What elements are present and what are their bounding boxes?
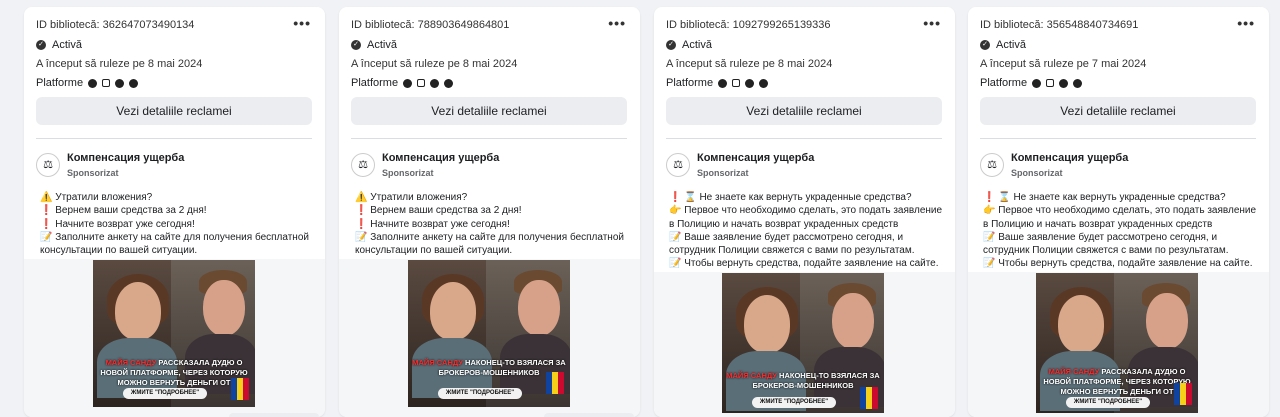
status-label: Activă — [367, 39, 397, 51]
ad-card: ID bibliotecă: 1092799265139336 ••• ✓ Ac… — [654, 7, 955, 417]
divider — [351, 138, 627, 139]
ad-image[interactable]: МАЙЯ САНДУ РАССКАЗАЛА ДУДЮ О НОВОЙ ПЛАТФ… — [1036, 273, 1198, 413]
status-row: ✓ Activă — [351, 39, 397, 51]
image-caption-highlight: МАЙЯ САНДУ — [726, 371, 777, 380]
start-date: A început să ruleze pe 8 mai 2024 — [36, 58, 203, 70]
status-label: Activă — [682, 39, 712, 51]
moldova-flag-icon — [1174, 383, 1192, 405]
ad-image[interactable]: МАЙЯ САНДУ НАКОНЕЦ-ТО ВЗЯЛАСЯ ЗА БРОКЕРО… — [722, 273, 884, 413]
ad-body-text: ⚠️ Утратили вложения? ❗ Вернем ваши сред… — [40, 192, 309, 257]
image-cta: ЖМИТЕ "ПОДРОБНЕЕ" — [752, 397, 836, 408]
avatar[interactable]: ⚖ — [980, 153, 1004, 177]
divider — [980, 138, 1256, 139]
platforms-label: Platforme — [36, 77, 84, 89]
more-options-icon[interactable]: ••• — [608, 15, 626, 31]
messenger-icon — [444, 78, 454, 88]
status-row: ✓ Activă — [980, 39, 1026, 51]
image-caption-highlight: МАЙЯ САНДУ — [1048, 367, 1100, 376]
audience-network-icon — [745, 78, 755, 88]
facebook-icon — [718, 78, 728, 88]
check-circle-icon: ✓ — [351, 40, 361, 50]
audience-network-icon — [430, 78, 440, 88]
instagram-icon — [732, 79, 741, 87]
library-id: ID bibliotecă: 362647073490134 — [36, 19, 195, 31]
avatar[interactable]: ⚖ — [666, 153, 690, 177]
instagram-icon — [417, 79, 426, 87]
moldova-flag-icon — [231, 378, 249, 400]
instagram-icon — [102, 79, 111, 87]
library-id: ID bibliotecă: 1092799265139336 — [666, 19, 831, 31]
library-id: ID bibliotecă: 356548840734691 — [980, 19, 1139, 31]
ad-body-text: ⚠️ Утратили вложения? ❗ Вернем ваши сред… — [355, 192, 624, 257]
platforms-row: Platforme — [980, 77, 1083, 89]
image-cta: ЖМИТЕ "ПОДРОБНЕЕ" — [438, 388, 522, 399]
ad-body-text: ❗ ⌛ Не знаете как вернуть украденные сре… — [669, 192, 943, 270]
platforms-label: Platforme — [980, 77, 1028, 89]
sponsored-label: Sponsorizat — [382, 168, 434, 178]
view-ad-details-button[interactable]: Vezi detaliile reclamei — [666, 97, 942, 125]
facebook-icon — [88, 78, 98, 88]
divider — [36, 138, 312, 139]
advertiser-name[interactable]: Компенсация ущерба — [697, 152, 814, 164]
start-date: A început să ruleze pe 8 mai 2024 — [666, 58, 833, 70]
platforms-label: Platforme — [351, 77, 399, 89]
status-row: ✓ Activă — [36, 39, 82, 51]
library-id: ID bibliotecă: 788903649864801 — [351, 19, 510, 31]
start-date: A început să ruleze pe 8 mai 2024 — [351, 58, 518, 70]
check-circle-icon: ✓ — [980, 40, 990, 50]
moldova-flag-icon — [860, 387, 878, 409]
footer-button[interactable] — [544, 413, 634, 417]
view-ad-details-button[interactable]: Vezi detaliile reclamei — [351, 97, 627, 125]
instagram-icon — [1046, 79, 1055, 87]
platforms-label: Platforme — [666, 77, 714, 89]
status-row: ✓ Activă — [666, 39, 712, 51]
platforms-row: Platforme — [351, 77, 454, 89]
image-cta: ЖМИТЕ "ПОДРОБНЕЕ" — [1066, 397, 1150, 408]
sponsored-label: Sponsorizat — [697, 168, 749, 178]
moldova-flag-icon — [546, 372, 564, 394]
avatar[interactable]: ⚖ — [36, 153, 60, 177]
status-label: Activă — [996, 39, 1026, 51]
audience-network-icon — [1059, 78, 1069, 88]
messenger-icon — [1073, 78, 1083, 88]
facebook-icon — [403, 78, 413, 88]
avatar[interactable]: ⚖ — [351, 153, 375, 177]
ad-card: ID bibliotecă: 356548840734691 ••• ✓ Act… — [968, 7, 1269, 417]
facebook-icon — [1032, 78, 1042, 88]
advertiser-name[interactable]: Компенсация ущерба — [67, 152, 184, 164]
footer-button[interactable] — [229, 413, 319, 417]
check-circle-icon: ✓ — [36, 40, 46, 50]
status-label: Activă — [52, 39, 82, 51]
more-options-icon[interactable]: ••• — [293, 15, 311, 31]
advertiser-name[interactable]: Компенсация ущерба — [382, 152, 499, 164]
check-circle-icon: ✓ — [666, 40, 676, 50]
view-ad-details-button[interactable]: Vezi detaliile reclamei — [980, 97, 1256, 125]
ad-body-text: ❗ ⌛ Не знаете как вернуть украденные сре… — [983, 192, 1257, 270]
platforms-row: Platforme — [666, 77, 769, 89]
ad-image[interactable]: МАЙЯ САНДУ РАССКАЗАЛА ДУДЮ О НОВОЙ ПЛАТФ… — [93, 260, 255, 407]
image-caption-highlight: МАЙЯ САНДУ — [105, 358, 157, 367]
ad-card: ID bibliotecă: 362647073490134 ••• ✓ Act… — [24, 7, 325, 417]
advertiser-name[interactable]: Компенсация ущерба — [1011, 152, 1128, 164]
more-options-icon[interactable]: ••• — [923, 15, 941, 31]
platforms-row: Platforme — [36, 77, 139, 89]
audience-network-icon — [115, 78, 125, 88]
image-caption-highlight: МАЙЯ САНДУ — [412, 358, 463, 367]
start-date: A început să ruleze pe 7 mai 2024 — [980, 58, 1147, 70]
sponsored-label: Sponsorizat — [1011, 168, 1063, 178]
messenger-icon — [759, 78, 769, 88]
ad-image[interactable]: МАЙЯ САНДУ НАКОНЕЦ-ТО ВЗЯЛАСЯ ЗА БРОКЕРО… — [408, 260, 570, 407]
divider — [666, 138, 942, 139]
messenger-icon — [129, 78, 139, 88]
view-ad-details-button[interactable]: Vezi detaliile reclamei — [36, 97, 312, 125]
ad-card: ID bibliotecă: 788903649864801 ••• ✓ Act… — [339, 7, 640, 417]
sponsored-label: Sponsorizat — [67, 168, 119, 178]
more-options-icon[interactable]: ••• — [1237, 15, 1255, 31]
image-cta: ЖМИТЕ "ПОДРОБНЕЕ" — [123, 388, 207, 399]
